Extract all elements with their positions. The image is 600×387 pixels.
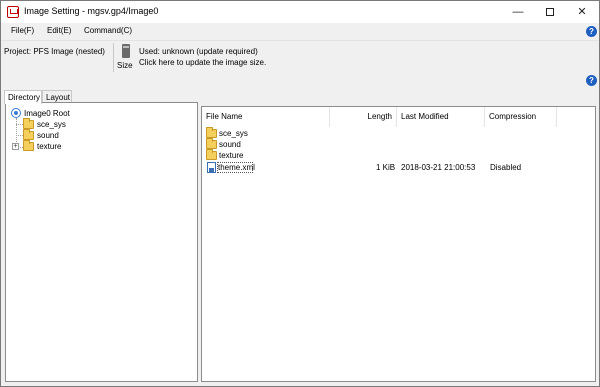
tree-item-label: sound (37, 131, 59, 140)
table-row[interactable]: texture (203, 149, 595, 161)
maximize-button[interactable] (535, 1, 565, 23)
tab-directory[interactable]: Directory (4, 90, 42, 104)
project-label: Project: PFS Image (nested) (4, 47, 105, 56)
title-bar[interactable]: Image Setting - mgsv.gp4/Image0 — ✕ (1, 1, 599, 23)
compression-cell: Disabled (490, 163, 522, 172)
app-icon (7, 6, 19, 18)
window-title: Image Setting - mgsv.gp4/Image0 (24, 6, 159, 16)
file-name-cell: sound (219, 140, 241, 149)
size-button-label[interactable]: Size (117, 61, 133, 70)
xml-file-icon (207, 162, 216, 173)
menu-file[interactable]: File(F) (11, 26, 34, 35)
help-icon-secondary[interactable]: ? (586, 75, 597, 86)
folder-icon (23, 118, 34, 129)
tree-item-label: sce_sys (37, 120, 66, 129)
disc-icon (11, 108, 21, 118)
minimize-button[interactable]: — (503, 1, 533, 23)
column-header-last-modified[interactable]: Last Modified (397, 107, 485, 127)
main-window: Image Setting - mgsv.gp4/Image0 — ✕ File… (0, 0, 600, 387)
folder-icon (206, 149, 217, 160)
folder-icon (206, 138, 217, 149)
tree-root-label: Image0 Root (24, 109, 70, 118)
tree-item-label: texture (37, 142, 62, 151)
table-row[interactable]: sce_sys (203, 127, 595, 139)
column-header-compression[interactable]: Compression (485, 107, 557, 127)
folder-icon (206, 127, 217, 138)
tree-connector (16, 135, 23, 136)
image-info-bar: Project: PFS Image (nested) Size Used: u… (1, 40, 599, 73)
tree-connector (16, 124, 23, 125)
file-name-cell: texture (219, 151, 244, 160)
update-size-link[interactable]: Click here to update the image size. (139, 58, 266, 67)
help-icon[interactable]: ? (586, 26, 597, 37)
table-row[interactable]: sound (203, 138, 595, 150)
length-cell: 1 KiB (376, 163, 396, 172)
size-icon[interactable] (122, 44, 130, 58)
last-modified-cell: 2018-03-21 21:00:53 (401, 163, 476, 172)
close-button[interactable]: ✕ (567, 1, 597, 23)
table-row[interactable]: theme.xml 1 KiB 2018-03-21 21:00:53 Disa… (203, 162, 595, 173)
maximize-icon (546, 8, 554, 17)
file-list[interactable]: File Name Length Last Modified Compressi… (201, 106, 596, 382)
menu-bar: File(F) Edit(E) Command(C) ? (1, 23, 599, 40)
directory-tree[interactable]: Image0 Root sce_sys sound + texture (5, 102, 198, 382)
file-name-cell: theme.xml (218, 163, 255, 172)
column-header-file-name[interactable]: File Name (202, 107, 330, 127)
toolbar-divider (113, 43, 114, 72)
menu-command[interactable]: Command(C) (84, 26, 132, 35)
used-size-text: Used: unknown (update required) (139, 47, 258, 56)
file-name-cell: sce_sys (219, 129, 248, 138)
column-header-length[interactable]: Length (330, 107, 397, 127)
expand-icon[interactable]: + (12, 143, 19, 150)
menu-edit[interactable]: Edit(E) (47, 26, 71, 35)
folder-icon (23, 140, 34, 151)
folder-icon (23, 129, 34, 140)
